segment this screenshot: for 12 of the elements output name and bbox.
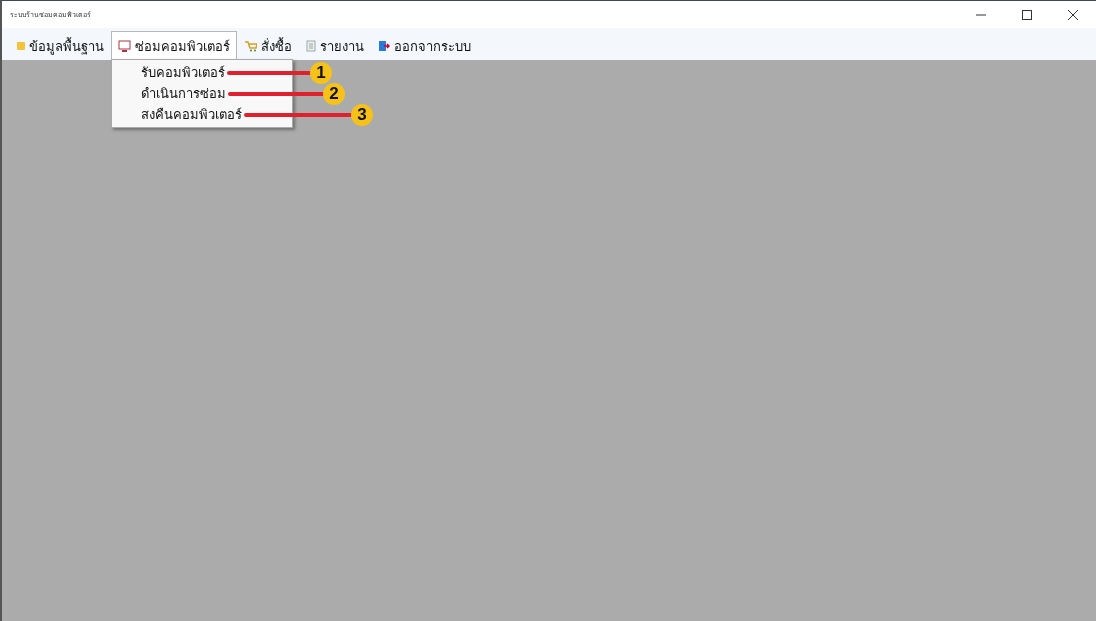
menu-item[interactable]: สั่งซื้อ bbox=[237, 31, 299, 60]
cart-icon bbox=[244, 40, 257, 52]
exit-icon bbox=[378, 40, 390, 52]
monitor-icon bbox=[118, 40, 131, 52]
document-icon bbox=[306, 40, 316, 52]
menu-item[interactable]: ซ่อมคอมพิวเตอร์ bbox=[111, 31, 237, 60]
close-icon bbox=[1068, 9, 1078, 20]
folder-icon bbox=[17, 42, 25, 50]
maximize-icon bbox=[1022, 9, 1032, 20]
menu-item[interactable]: ข้อมูลพื้นฐาน bbox=[10, 31, 111, 60]
menu-item[interactable]: ออกจากระบบ bbox=[371, 31, 478, 60]
menu-item[interactable]: รายงาน bbox=[299, 31, 371, 60]
